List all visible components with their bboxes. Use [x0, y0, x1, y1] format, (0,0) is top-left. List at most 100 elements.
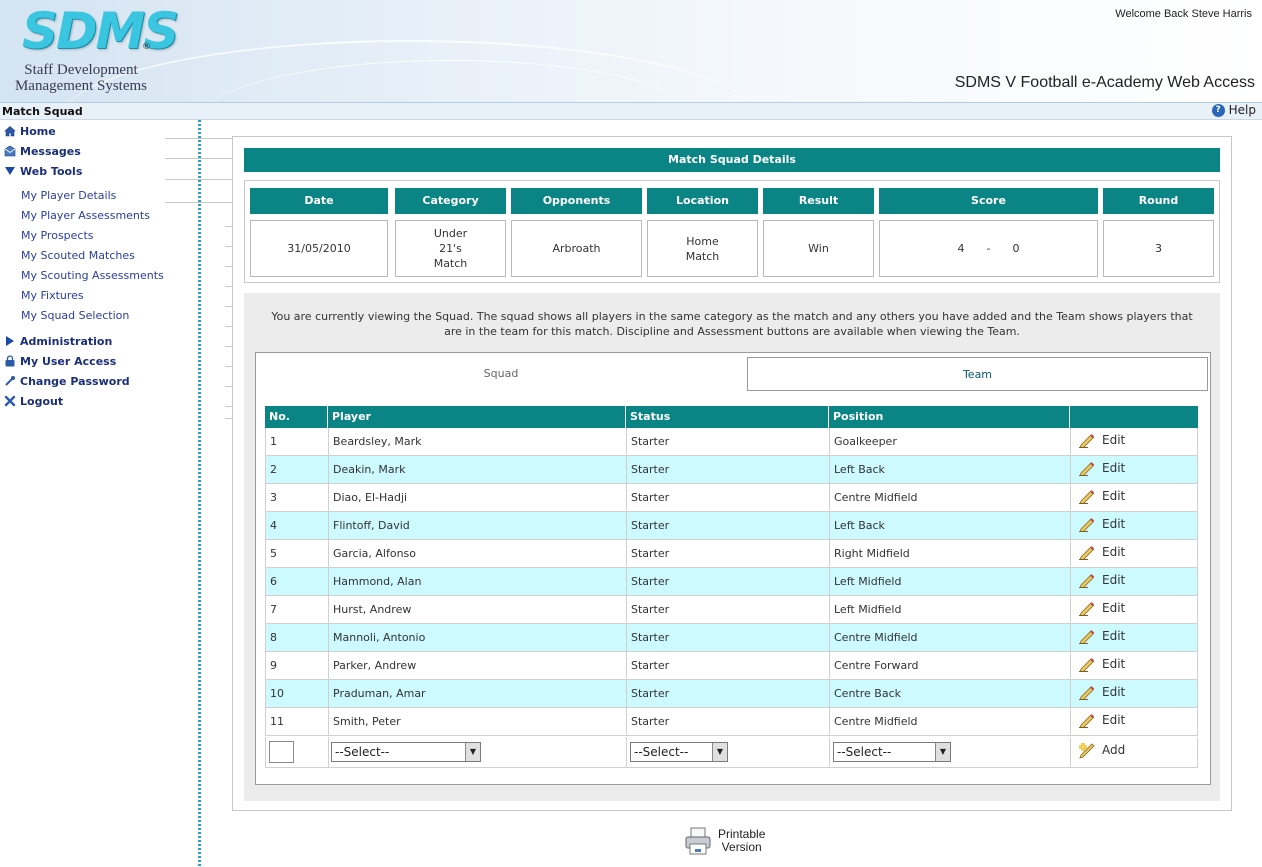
edit-button[interactable]: Edit: [1078, 656, 1125, 673]
cell-position: Centre Forward: [830, 652, 1071, 679]
add-player-select[interactable]: --Select-- ▼: [331, 742, 481, 762]
cell-no: 9: [266, 652, 329, 679]
logout-x-icon: [4, 395, 16, 407]
details-value-opponents: Arbroath: [511, 220, 642, 277]
details-header-result: Result: [763, 188, 874, 214]
logo-subtitle-line2: Management Systems: [14, 78, 148, 94]
edit-pencil-icon: [1078, 488, 1096, 505]
nav-change-password[interactable]: Change Password: [4, 373, 130, 389]
add-label: Add: [1102, 743, 1126, 757]
squad-table-header: No. Player Status Position: [265, 406, 1198, 428]
edit-pencil-icon: [1078, 656, 1096, 673]
tab-team[interactable]: Team: [747, 357, 1208, 391]
sidebar-divider: [198, 120, 201, 867]
edit-button[interactable]: Edit: [1078, 572, 1125, 589]
edit-label: Edit: [1102, 713, 1126, 727]
edit-label: Edit: [1102, 685, 1126, 699]
add-player-button[interactable]: Add: [1078, 741, 1125, 759]
dropdown-arrow-icon: ▼: [465, 743, 480, 761]
cell-player: Smith, Peter: [329, 708, 627, 735]
edit-label: Edit: [1102, 433, 1126, 447]
cell-no: 5: [266, 540, 329, 567]
nav-home[interactable]: Home: [4, 123, 56, 139]
sidebar-item-my-squad-selection[interactable]: My Squad Selection: [21, 309, 129, 325]
cell-no: 2: [266, 456, 329, 483]
logo-subtitle-line1: Staff Development: [24, 62, 138, 78]
printable-version-label: Printable Version: [718, 828, 765, 854]
cell-no: 4: [266, 512, 329, 539]
edit-button[interactable]: Edit: [1078, 544, 1125, 561]
details-value-location: Home Match: [647, 220, 758, 277]
details-value-score: 4 - 0: [879, 220, 1098, 277]
add-status-select[interactable]: --Select-- ▼: [630, 742, 728, 762]
expanded-triangle-icon: [4, 165, 16, 177]
app-title: SDMS V Football e-Academy Web Access: [954, 74, 1255, 91]
cell-no: 6: [266, 568, 329, 595]
cell-status: Starter: [627, 484, 830, 511]
help-link[interactable]: ? Help: [1211, 103, 1256, 117]
cell-player: Deakin, Mark: [329, 456, 627, 483]
column-header-position: Position: [829, 406, 1070, 428]
sdms-logo: SDMS: [22, 2, 179, 60]
nav-my-user-access[interactable]: My User Access: [4, 353, 116, 369]
edit-button[interactable]: Edit: [1078, 600, 1125, 617]
dropdown-arrow-icon: ▼: [712, 743, 727, 761]
cell-status: Starter: [627, 596, 830, 623]
table-row: 2 Deakin, Mark Starter Left Back Edit: [265, 456, 1198, 484]
add-plus-icon: [1078, 741, 1096, 759]
sidebar-item-my-prospects[interactable]: My Prospects: [21, 229, 94, 245]
edit-button[interactable]: Edit: [1078, 460, 1125, 477]
table-row: 4 Flintoff, David Starter Left Back Edit: [265, 512, 1198, 540]
edit-button[interactable]: Edit: [1078, 488, 1126, 505]
cell-position: Centre Midfield: [830, 624, 1071, 651]
edit-button[interactable]: Edit: [1078, 712, 1126, 729]
edit-label: Edit: [1102, 629, 1126, 643]
edit-pencil-icon: [1078, 516, 1096, 533]
edit-button[interactable]: Edit: [1078, 684, 1126, 701]
edit-pencil-icon: [1078, 628, 1096, 645]
help-icon: ?: [1211, 103, 1225, 117]
sidebar-item-my-fixtures[interactable]: My Fixtures: [21, 289, 84, 305]
cell-player: Diao, El-Hadji: [329, 484, 627, 511]
cell-no: 10: [266, 680, 329, 707]
sidebar-item-my-player-details[interactable]: My Player Details: [21, 189, 116, 205]
dropdown-arrow-icon: ▼: [935, 743, 950, 761]
cell-no: 8: [266, 624, 329, 651]
nav-logout[interactable]: Logout: [4, 393, 63, 409]
sidebar-item-my-scouted-matches[interactable]: My Scouted Matches: [21, 249, 135, 265]
location-line: Match: [685, 249, 720, 263]
cell-player: Garcia, Alfonso: [329, 540, 627, 567]
edit-label: Edit: [1102, 489, 1126, 503]
add-number-input[interactable]: [269, 741, 294, 763]
cell-status: Starter: [627, 568, 830, 595]
cell-player: Parker, Andrew: [329, 652, 627, 679]
edit-pencil-icon: [1078, 712, 1096, 729]
cell-no: 1: [266, 428, 329, 455]
add-player-select-value: --Select--: [335, 745, 390, 759]
home-icon: [4, 125, 16, 137]
edit-button[interactable]: Edit: [1078, 628, 1126, 645]
page-title: Match Squad: [2, 105, 83, 118]
edit-pencil-icon: [1078, 684, 1096, 701]
add-position-select[interactable]: --Select-- ▼: [833, 742, 951, 762]
category-line: Under: [433, 227, 468, 240]
cell-status: Starter: [627, 512, 830, 539]
sidebar-item-my-scouting-assessments[interactable]: My Scouting Assessments: [21, 269, 164, 285]
nav-web-tools[interactable]: Web Tools: [4, 163, 82, 179]
table-row: 1 Beardsley, Mark Starter Goalkeeper Edit: [265, 428, 1198, 456]
column-header-player: Player: [328, 406, 626, 428]
tab-squad[interactable]: Squad: [256, 357, 746, 391]
nav-home-label: Home: [20, 124, 56, 138]
category-line: Match: [433, 257, 468, 270]
printable-version-button[interactable]: Printable Version: [684, 826, 765, 856]
edit-button[interactable]: Edit: [1078, 516, 1125, 533]
nav-messages[interactable]: Messages: [4, 143, 81, 159]
sidebar-item-my-player-assessments[interactable]: My Player Assessments: [21, 209, 150, 225]
nav-administration[interactable]: Administration: [4, 333, 112, 349]
cell-player: Flintoff, David: [329, 512, 627, 539]
cell-position: Left Midfield: [830, 568, 1071, 595]
cell-status: Starter: [627, 708, 830, 735]
edit-button[interactable]: Edit: [1078, 432, 1126, 449]
logo-subtitle: Staff Development Management Systems: [6, 62, 156, 94]
printable-line2: Version: [721, 840, 762, 854]
